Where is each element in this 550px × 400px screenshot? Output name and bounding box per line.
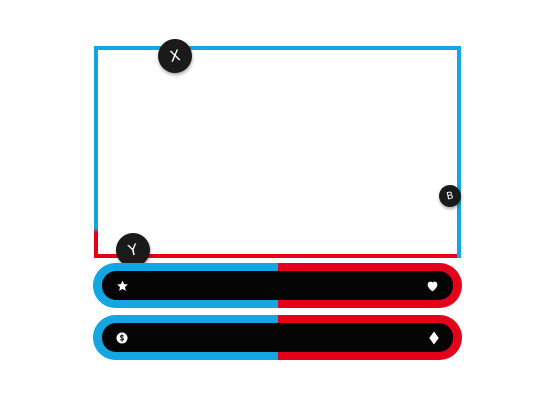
coin-icon[interactable] xyxy=(116,332,128,344)
x-button-label: X xyxy=(168,46,182,66)
control-bar-bottom[interactable] xyxy=(93,315,462,360)
controller-scene: X B Y xyxy=(0,0,550,400)
frame-left-edge xyxy=(94,46,98,258)
screen-frame-outline xyxy=(94,46,461,258)
b-button-label: B xyxy=(445,189,455,203)
star-icon[interactable] xyxy=(116,279,129,292)
screen-frame xyxy=(94,46,461,258)
bar-bottom-track xyxy=(102,323,453,352)
control-bar-top[interactable] xyxy=(93,263,462,308)
y-button-label: Y xyxy=(126,240,140,260)
bar-top-track xyxy=(102,271,453,300)
frame-right-edge xyxy=(457,46,461,258)
frame-top-edge xyxy=(94,46,461,50)
diamond-icon[interactable] xyxy=(429,331,439,344)
heart-icon[interactable] xyxy=(426,280,439,292)
